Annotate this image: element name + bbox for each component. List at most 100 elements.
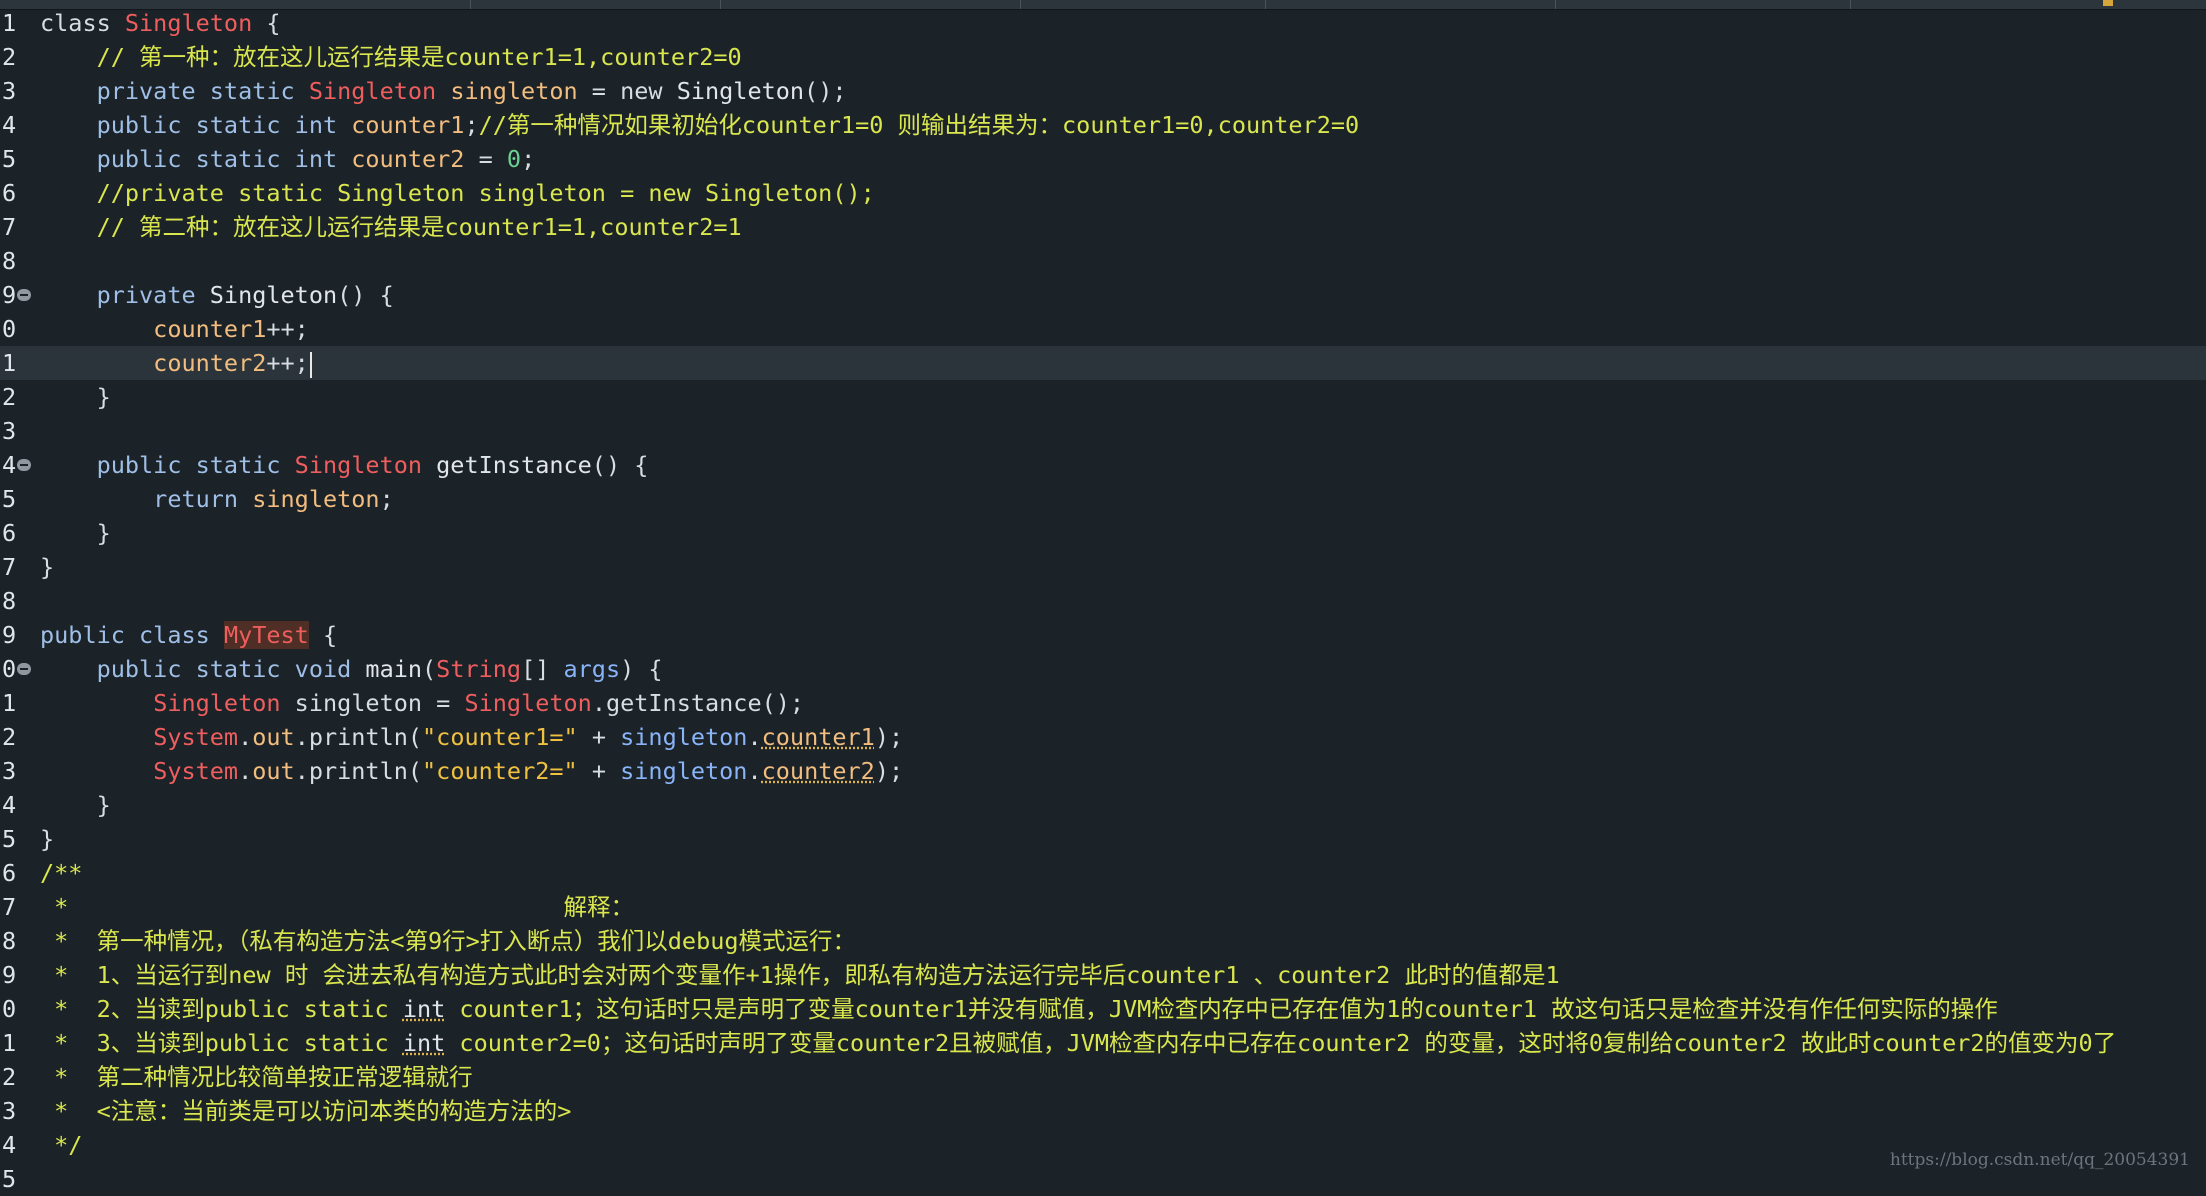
line-number: 7 bbox=[2, 893, 17, 921]
code-text: return singleton; bbox=[40, 482, 394, 516]
code-line[interactable]: 1 Singleton singleton = Singleton.getIns… bbox=[0, 686, 2206, 720]
line-number: 5 bbox=[2, 145, 17, 173]
code-token: /** bbox=[40, 859, 83, 887]
code-token: . bbox=[238, 757, 253, 785]
code-token: . bbox=[747, 723, 762, 751]
code-line[interactable]: 1 class Singleton { bbox=[0, 6, 2206, 40]
code-token: private static bbox=[40, 77, 309, 105]
code-token: String bbox=[436, 655, 522, 683]
code-text: * 解释： bbox=[40, 890, 634, 924]
code-line[interactable]: 7 // 第二种：放在这儿运行结果是counter1=1,counter2=1 bbox=[0, 210, 2206, 244]
code-token: "counter2=" bbox=[422, 757, 578, 785]
fold-toggle-icon[interactable] bbox=[17, 289, 31, 301]
code-text: System.out.println("counter1=" + singlet… bbox=[40, 720, 903, 754]
line-number: 7 bbox=[2, 213, 17, 241]
code-editor[interactable]: 1 class Singleton {2 // 第一种：放在这儿运行结果是coun… bbox=[0, 0, 2206, 1193]
line-number: 5 bbox=[2, 485, 17, 513]
code-line[interactable]: 7 * 解释： bbox=[0, 890, 2206, 924]
code-line[interactable]: 6 //private static Singleton singleton =… bbox=[0, 176, 2206, 210]
line-number: 1 bbox=[2, 349, 17, 377]
line-number: 4 bbox=[2, 111, 17, 139]
code-token: ++; bbox=[266, 349, 309, 377]
code-token: int bbox=[402, 995, 446, 1023]
code-token: * 第一种情况，（私有构造方法<第9行>打入断点）我们以debug模式运行： bbox=[40, 927, 857, 955]
code-line[interactable]: 3 private static Singleton singleton = n… bbox=[0, 74, 2206, 108]
line-number: 8 bbox=[2, 247, 17, 275]
code-line[interactable]: 4 } bbox=[0, 788, 2206, 822]
code-token: .println( bbox=[294, 757, 423, 785]
code-line[interactable]: 8 bbox=[0, 244, 2206, 278]
code-token: * <注意：当前类是可以访问本类的构造方法的> bbox=[40, 1097, 572, 1125]
code-text: } bbox=[40, 822, 54, 856]
code-token: Singleton bbox=[676, 77, 805, 105]
code-line[interactable]: 2 * 第二种情况比较简单按正常逻辑就行 bbox=[0, 1060, 2206, 1094]
code-text: * 1、当运行到new 时 会进去私有构造方式此时会对两个变量作+1操作，即私有… bbox=[40, 958, 1559, 992]
line-number: 3 bbox=[2, 417, 17, 445]
code-token: . bbox=[238, 723, 253, 751]
code-token: ( bbox=[422, 655, 437, 683]
line-number: 5 bbox=[2, 1165, 17, 1193]
code-line[interactable]: 8 bbox=[0, 584, 2206, 618]
code-token: [] bbox=[521, 655, 564, 683]
code-line[interactable]: 2 } bbox=[0, 380, 2206, 414]
code-line[interactable]: 2 System.out.println("counter1=" + singl… bbox=[0, 720, 2206, 754]
code-token: System bbox=[153, 723, 239, 751]
code-text: /** bbox=[40, 856, 82, 890]
code-text: public static Singleton getInstance() { bbox=[40, 448, 649, 482]
code-line[interactable]: 9 private Singleton() { bbox=[0, 278, 2206, 312]
code-token: //第一种情况如果初始化counter1=0 则输出结果为：counter1=0… bbox=[478, 111, 1360, 139]
code-token: } bbox=[40, 553, 55, 581]
code-line[interactable]: 0 * 2、当读到public static int counter1；这句话时… bbox=[0, 992, 2206, 1026]
code-line[interactable]: 4 public static int counter1;//第一种情况如果初始… bbox=[0, 108, 2206, 142]
code-line[interactable]: 0 counter1++; bbox=[0, 312, 2206, 346]
code-line[interactable]: 5 return singleton; bbox=[0, 482, 2206, 516]
code-line[interactable]: 3 System.out.println("counter2=" + singl… bbox=[0, 754, 2206, 788]
code-token: counter2 bbox=[40, 349, 267, 377]
code-line[interactable]: 9 public class MyTest { bbox=[0, 618, 2206, 652]
code-token: class bbox=[40, 9, 125, 37]
watermark: https://blog.csdn.net/qq_20054391 bbox=[1889, 1150, 2190, 1170]
code-line[interactable]: 8 * 第一种情况，（私有构造方法<第9行>打入断点）我们以debug模式运行： bbox=[0, 924, 2206, 958]
code-line[interactable]: 3 bbox=[0, 414, 2206, 448]
code-line[interactable]: 7} bbox=[0, 550, 2206, 584]
code-token: "counter1=" bbox=[422, 723, 578, 751]
line-number: 0 bbox=[2, 995, 17, 1023]
code-token: .getInstance(); bbox=[591, 689, 805, 717]
code-line[interactable]: 5 bbox=[0, 1162, 2206, 1196]
code-line[interactable]: 6 } bbox=[0, 516, 2206, 550]
code-token: ++; bbox=[266, 315, 309, 343]
code-line[interactable]: 1 * 3、当读到public static int counter2=0；这句… bbox=[0, 1026, 2206, 1060]
code-line[interactable]: 5 public static int counter2 = 0; bbox=[0, 142, 2206, 176]
code-token: singleton bbox=[252, 485, 380, 513]
code-text: * 2、当读到public static int counter1；这句话时只是… bbox=[40, 992, 1998, 1026]
fold-toggle-icon[interactable] bbox=[17, 663, 31, 675]
code-token: () { bbox=[591, 451, 649, 479]
code-line[interactable]: 5} bbox=[0, 822, 2206, 856]
code-line[interactable]: 2 // 第一种：放在这儿运行结果是counter1=1,counter2=0 bbox=[0, 40, 2206, 74]
code-line[interactable]: 1 counter2++; bbox=[0, 346, 2206, 380]
code-token: } bbox=[40, 383, 111, 411]
code-token: counter1；这句话时只是声明了变量counter1并没有赋值，JVM检查内… bbox=[445, 995, 1998, 1023]
code-text: public class MyTest { bbox=[40, 618, 337, 652]
code-text: public static void main(String[] args) { bbox=[40, 652, 663, 686]
code-line[interactable]: 9 * 1、当运行到new 时 会进去私有构造方式此时会对两个变量作+1操作，即… bbox=[0, 958, 2206, 992]
code-line[interactable]: 6 /** bbox=[0, 856, 2206, 890]
code-text: public static int counter1;//第一种情况如果初始化c… bbox=[40, 108, 1360, 142]
code-token: { bbox=[252, 9, 281, 37]
code-token: Singleton bbox=[294, 451, 423, 479]
fold-toggle-icon[interactable] bbox=[17, 459, 31, 471]
code-token: counter2 bbox=[351, 145, 465, 173]
code-line[interactable]: 4 */ bbox=[0, 1128, 2206, 1162]
code-line[interactable]: 4 public static Singleton getInstance() … bbox=[0, 448, 2206, 482]
code-line[interactable]: 0 public static void main(String[] args)… bbox=[0, 652, 2206, 686]
code-line[interactable]: 3 * <注意：当前类是可以访问本类的构造方法的> bbox=[0, 1094, 2206, 1128]
code-token: } bbox=[40, 825, 55, 853]
line-number: 3 bbox=[2, 77, 17, 105]
code-token: singleton = bbox=[280, 689, 465, 717]
code-text: Singleton singleton = Singleton.getInsta… bbox=[40, 686, 804, 720]
code-token: new bbox=[620, 77, 677, 105]
code-token: Singleton bbox=[153, 689, 281, 717]
code-token: return bbox=[40, 485, 253, 513]
